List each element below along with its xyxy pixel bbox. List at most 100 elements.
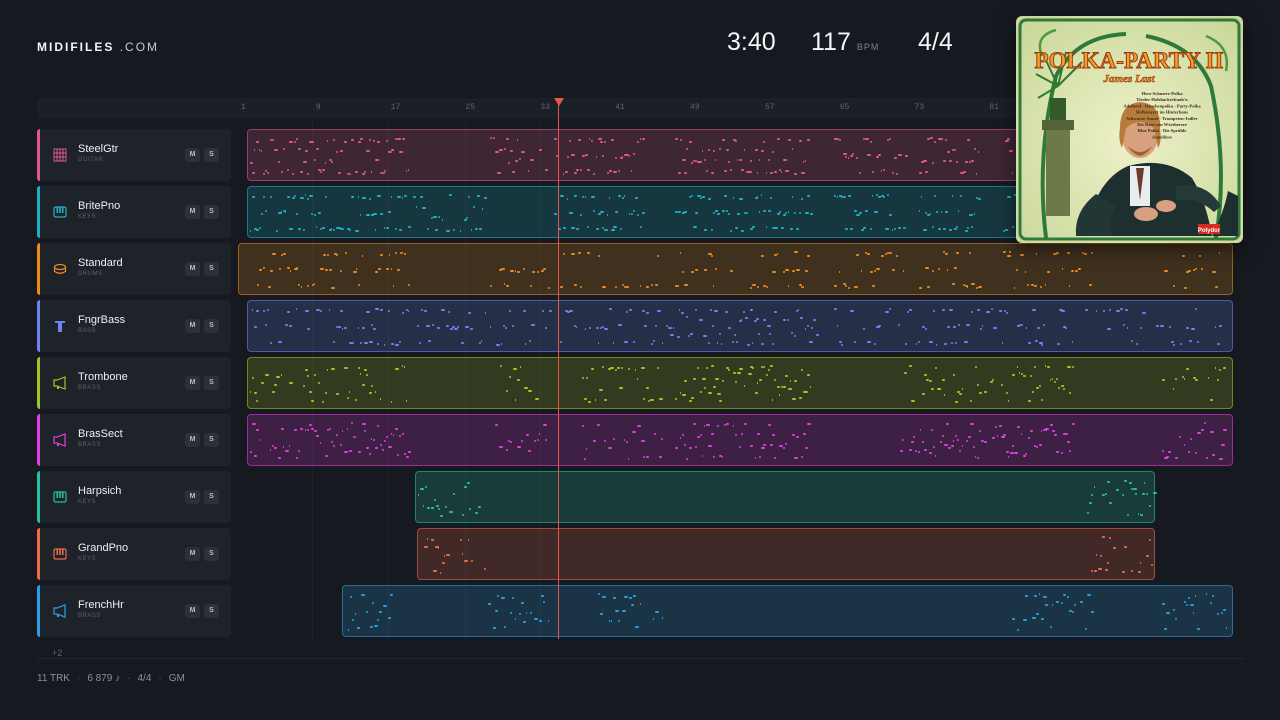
midi-note [874, 342, 876, 345]
track-lane-harpsich[interactable] [0, 471, 1234, 523]
midi-note [1028, 341, 1032, 344]
midi-note [708, 197, 711, 200]
midi-note [765, 285, 769, 288]
midi-note [562, 252, 566, 255]
midi-note [401, 251, 404, 254]
midi-note [716, 342, 718, 345]
midi-note [376, 618, 379, 621]
midi-note [654, 610, 659, 613]
bpm-unit: BPM [856, 42, 880, 52]
midi-note [324, 391, 327, 394]
midi-note [375, 159, 379, 161]
midi-note [885, 227, 889, 230]
midi-note [454, 327, 459, 330]
midi-note [267, 171, 270, 174]
midi-note [590, 368, 594, 371]
midi-note [1005, 451, 1009, 454]
midi-note [357, 366, 360, 369]
midi-note [952, 439, 954, 442]
midi-clip[interactable] [417, 528, 1156, 580]
track-lane-fngrbass[interactable] [0, 300, 1234, 352]
time-signature-display: 4/4 [918, 28, 953, 57]
midi-note [276, 229, 278, 232]
track-lane-standard[interactable] [0, 243, 1234, 295]
playhead-handle[interactable] [554, 98, 564, 106]
midi-note [706, 423, 711, 426]
midi-clip[interactable] [246, 357, 1233, 409]
midi-note [1012, 617, 1016, 620]
midi-note [654, 324, 657, 327]
midi-note [1160, 324, 1164, 327]
album-track-title: Herz-Schmerz-Polka [1141, 91, 1183, 96]
midi-note [357, 327, 359, 330]
midi-note [1036, 612, 1039, 615]
midi-note [595, 398, 597, 401]
midi-note [313, 374, 316, 377]
midi-note [791, 398, 796, 400]
midi-note [1038, 593, 1040, 596]
midi-note [847, 194, 852, 197]
midi-note [767, 368, 770, 371]
midi-note [969, 213, 974, 216]
midi-note [547, 286, 550, 289]
midi-note [921, 392, 925, 395]
brand-logo[interactable]: MIDIFILES .COM [37, 40, 159, 54]
midi-note [530, 158, 534, 161]
midi-note [983, 391, 987, 394]
midi-note [1002, 251, 1006, 254]
hidden-tracks-count[interactable]: +2 [52, 648, 62, 658]
midi-note [372, 601, 375, 604]
midi-note [964, 341, 969, 344]
midi-note [712, 385, 717, 388]
midi-note [809, 213, 813, 215]
midi-note [306, 327, 311, 330]
midi-note [725, 422, 730, 425]
midi-note [1006, 311, 1008, 314]
midi-note [357, 451, 361, 454]
midi-note [619, 387, 623, 389]
midi-note [1153, 492, 1157, 495]
track-lane-trombone[interactable] [0, 357, 1234, 409]
midi-note [624, 340, 628, 343]
midi-note [677, 172, 681, 175]
midi-note [955, 341, 957, 344]
midi-note [690, 161, 693, 164]
track-lane-frenchhr[interactable] [0, 585, 1234, 637]
midi-note [761, 447, 765, 449]
midi-note [501, 267, 505, 270]
ruler-tick: 17 [390, 103, 401, 112]
midi-note [302, 384, 305, 387]
midi-note [610, 367, 614, 369]
midi-note [668, 326, 672, 329]
midi-note [1049, 423, 1054, 426]
midi-note [1046, 270, 1050, 273]
midi-note [356, 627, 360, 630]
midi-note [350, 342, 354, 344]
midi-clip[interactable] [246, 414, 1233, 466]
midi-note [628, 309, 632, 311]
midi-note [449, 327, 454, 330]
midi-note [732, 424, 735, 427]
midi-note [800, 197, 804, 200]
track-lane-grandpno[interactable] [0, 528, 1234, 580]
midi-note [352, 619, 354, 621]
midi-note [595, 227, 600, 230]
midi-note [575, 169, 579, 171]
midi-note [293, 141, 296, 143]
track-lane-brassect[interactable] [0, 414, 1234, 466]
playhead[interactable] [558, 98, 559, 639]
midi-note [809, 340, 813, 343]
midi-clip[interactable] [415, 471, 1156, 523]
midi-note [366, 446, 370, 449]
midi-note [1091, 569, 1094, 572]
midi-note [774, 170, 777, 173]
midi-note [304, 309, 309, 312]
midi-note [794, 173, 797, 175]
midi-clip[interactable] [342, 585, 1233, 637]
midi-note [1219, 457, 1223, 460]
midi-note [614, 368, 617, 371]
midi-note [1089, 501, 1092, 504]
midi-note [453, 493, 455, 495]
midi-note [904, 372, 907, 374]
midi-note [324, 195, 328, 198]
